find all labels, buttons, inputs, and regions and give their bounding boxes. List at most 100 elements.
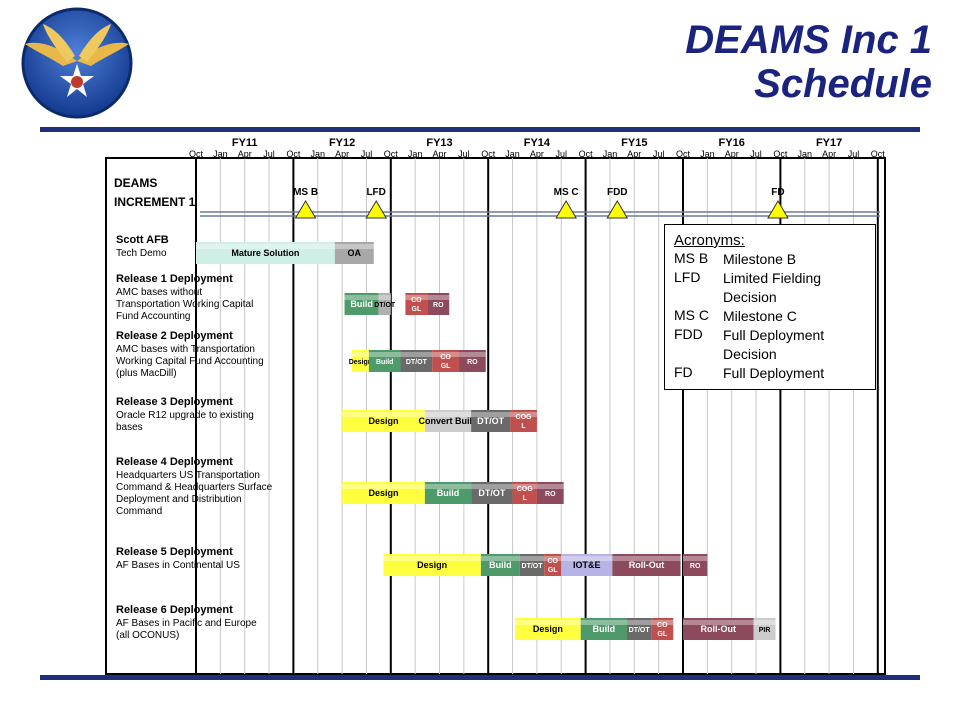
phase-label: PIR — [759, 627, 771, 634]
release-description: Tech Demo — [116, 248, 167, 259]
quarter-tick-label: Oct — [384, 149, 399, 159]
fiscal-year-label: FY15 — [621, 137, 647, 149]
quarter-tick-label: Jan — [603, 149, 618, 159]
phase-label: OA — [348, 248, 362, 258]
fiscal-year-label: FY17 — [816, 137, 842, 149]
release-title: Scott AFB — [116, 234, 169, 246]
fiscal-year-label: FY12 — [329, 137, 355, 149]
acronym-legend: Acronyms: MS B Milestone B LFD Limited F… — [664, 224, 876, 390]
release-description: AF Bases in Pacific and Europe — [116, 618, 257, 629]
phase-bar-highlight — [427, 295, 450, 300]
phase-label: DT/OT — [477, 416, 504, 426]
quarter-tick-label: Apr — [822, 149, 836, 159]
phase-bar-highlight — [519, 556, 545, 561]
milestone-label: LFD — [366, 187, 385, 198]
phase-bar-highlight — [351, 352, 369, 357]
phase-bar-highlight — [753, 620, 776, 625]
phase-label: CO — [411, 297, 422, 304]
legend-heading: Acronyms: — [674, 232, 745, 249]
phase-label: Roll-Out — [701, 624, 737, 634]
milestone-label: MS C — [554, 187, 579, 198]
phase-label: GL — [657, 631, 667, 638]
quarter-tick-label: Apr — [725, 149, 739, 159]
quarter-tick-label: Oct — [773, 149, 788, 159]
phase-label: Convert Build — [419, 416, 478, 426]
quarter-tick-label: Jan — [797, 149, 812, 159]
release-title: Release 5 Deployment — [116, 546, 233, 558]
milestone-label: FDD — [607, 187, 628, 198]
phase-bar-highlight — [536, 484, 564, 489]
legend-item-msb: MS B Milestone B — [674, 250, 874, 269]
quarter-tick-label: Apr — [432, 149, 446, 159]
legend-abbr: LFD — [674, 269, 701, 285]
phase-bar-highlight — [400, 352, 433, 357]
release-description: Command & Headquarters Surface — [116, 482, 273, 493]
phase-label: DT/OT — [406, 359, 428, 366]
release-description: bases — [116, 422, 143, 433]
release-description: AMC bases with Transportation — [116, 344, 255, 355]
quarter-tick-label: Oct — [481, 149, 496, 159]
legend-item-fd: FD Full Deployment — [674, 364, 874, 383]
phase-label: Design — [533, 624, 563, 634]
phase-label: RO — [545, 491, 556, 498]
release-description: AMC bases without — [116, 287, 202, 298]
phase-bar-highlight — [458, 352, 486, 357]
legend-abbr: FD — [674, 364, 693, 380]
milestone-marker — [365, 200, 388, 219]
quarter-tick-label: Jul — [458, 149, 470, 159]
legend-abbr: MS C — [674, 307, 709, 323]
release-title: Release 2 Deployment — [116, 330, 233, 342]
phase-label: Design — [349, 359, 372, 366]
phase-label: Design — [368, 488, 398, 498]
phase-label: Design — [368, 416, 398, 426]
phase-label: DT/OT — [374, 302, 396, 309]
phase-label: DT/OT — [629, 627, 651, 634]
phase-bar-highlight — [378, 295, 391, 300]
release-description: Deployment and Distribution — [116, 494, 242, 505]
phase-label: Build — [489, 560, 512, 570]
legend-abbr: FDD — [674, 326, 703, 342]
quarter-tick-label: Jul — [555, 149, 567, 159]
phase-bar-highlight — [683, 556, 708, 561]
phase-label: Build — [376, 359, 394, 366]
phase-label: L — [521, 423, 526, 430]
milestone-label: FD — [771, 187, 784, 198]
release-description: Fund Accounting — [116, 311, 191, 322]
release-description: Command — [116, 506, 162, 517]
quarter-tick-label: Oct — [676, 149, 691, 159]
phase-label: Build — [593, 624, 616, 634]
phase-label: GL — [441, 363, 451, 370]
phase-label: GL — [548, 567, 558, 574]
legend-definition: Full Deployment — [723, 365, 825, 381]
quarter-tick-label: Oct — [871, 149, 886, 159]
milestone-marker — [555, 200, 577, 219]
legend-definition: Limited Fielding Decision — [723, 270, 822, 305]
phase-label: RO — [467, 359, 478, 366]
milestone-label: MS B — [293, 187, 318, 198]
legend-abbr: MS B — [674, 250, 709, 266]
phase-label: Design — [417, 560, 447, 570]
quarter-tick-label: Jan — [505, 149, 520, 159]
release-description: Working Capital Fund Accounting — [116, 356, 264, 367]
legend-item-msc: MS C Milestone C — [674, 307, 874, 326]
phase-label: CO — [657, 622, 668, 629]
phase-label: Build — [350, 299, 373, 309]
quarter-tick-label: Jul — [263, 149, 275, 159]
legend-item-fdd: FDD Full Deployment Decision — [674, 326, 874, 362]
phase-bar-highlight — [626, 620, 652, 625]
phase-bar-highlight — [368, 352, 401, 357]
release-description: (plus MacDill) — [116, 368, 177, 379]
phase-label: DT/OT — [478, 488, 505, 498]
phase-label: COG — [516, 414, 533, 421]
legend-item-lfd: LFD Limited Fielding Decision — [674, 269, 874, 305]
quarter-tick-label: Jul — [653, 149, 665, 159]
program-label: INCREMENT 1 — [114, 195, 196, 209]
quarter-tick-label: Oct — [189, 149, 204, 159]
quarter-tick-label: Jul — [361, 149, 373, 159]
phase-label: RO — [690, 563, 701, 570]
release-title: Release 6 Deployment — [116, 604, 233, 616]
quarter-tick-label: Jan — [310, 149, 325, 159]
milestone-marker — [294, 200, 317, 219]
phase-label: CO — [440, 354, 451, 361]
phase-label: COG — [517, 486, 534, 493]
